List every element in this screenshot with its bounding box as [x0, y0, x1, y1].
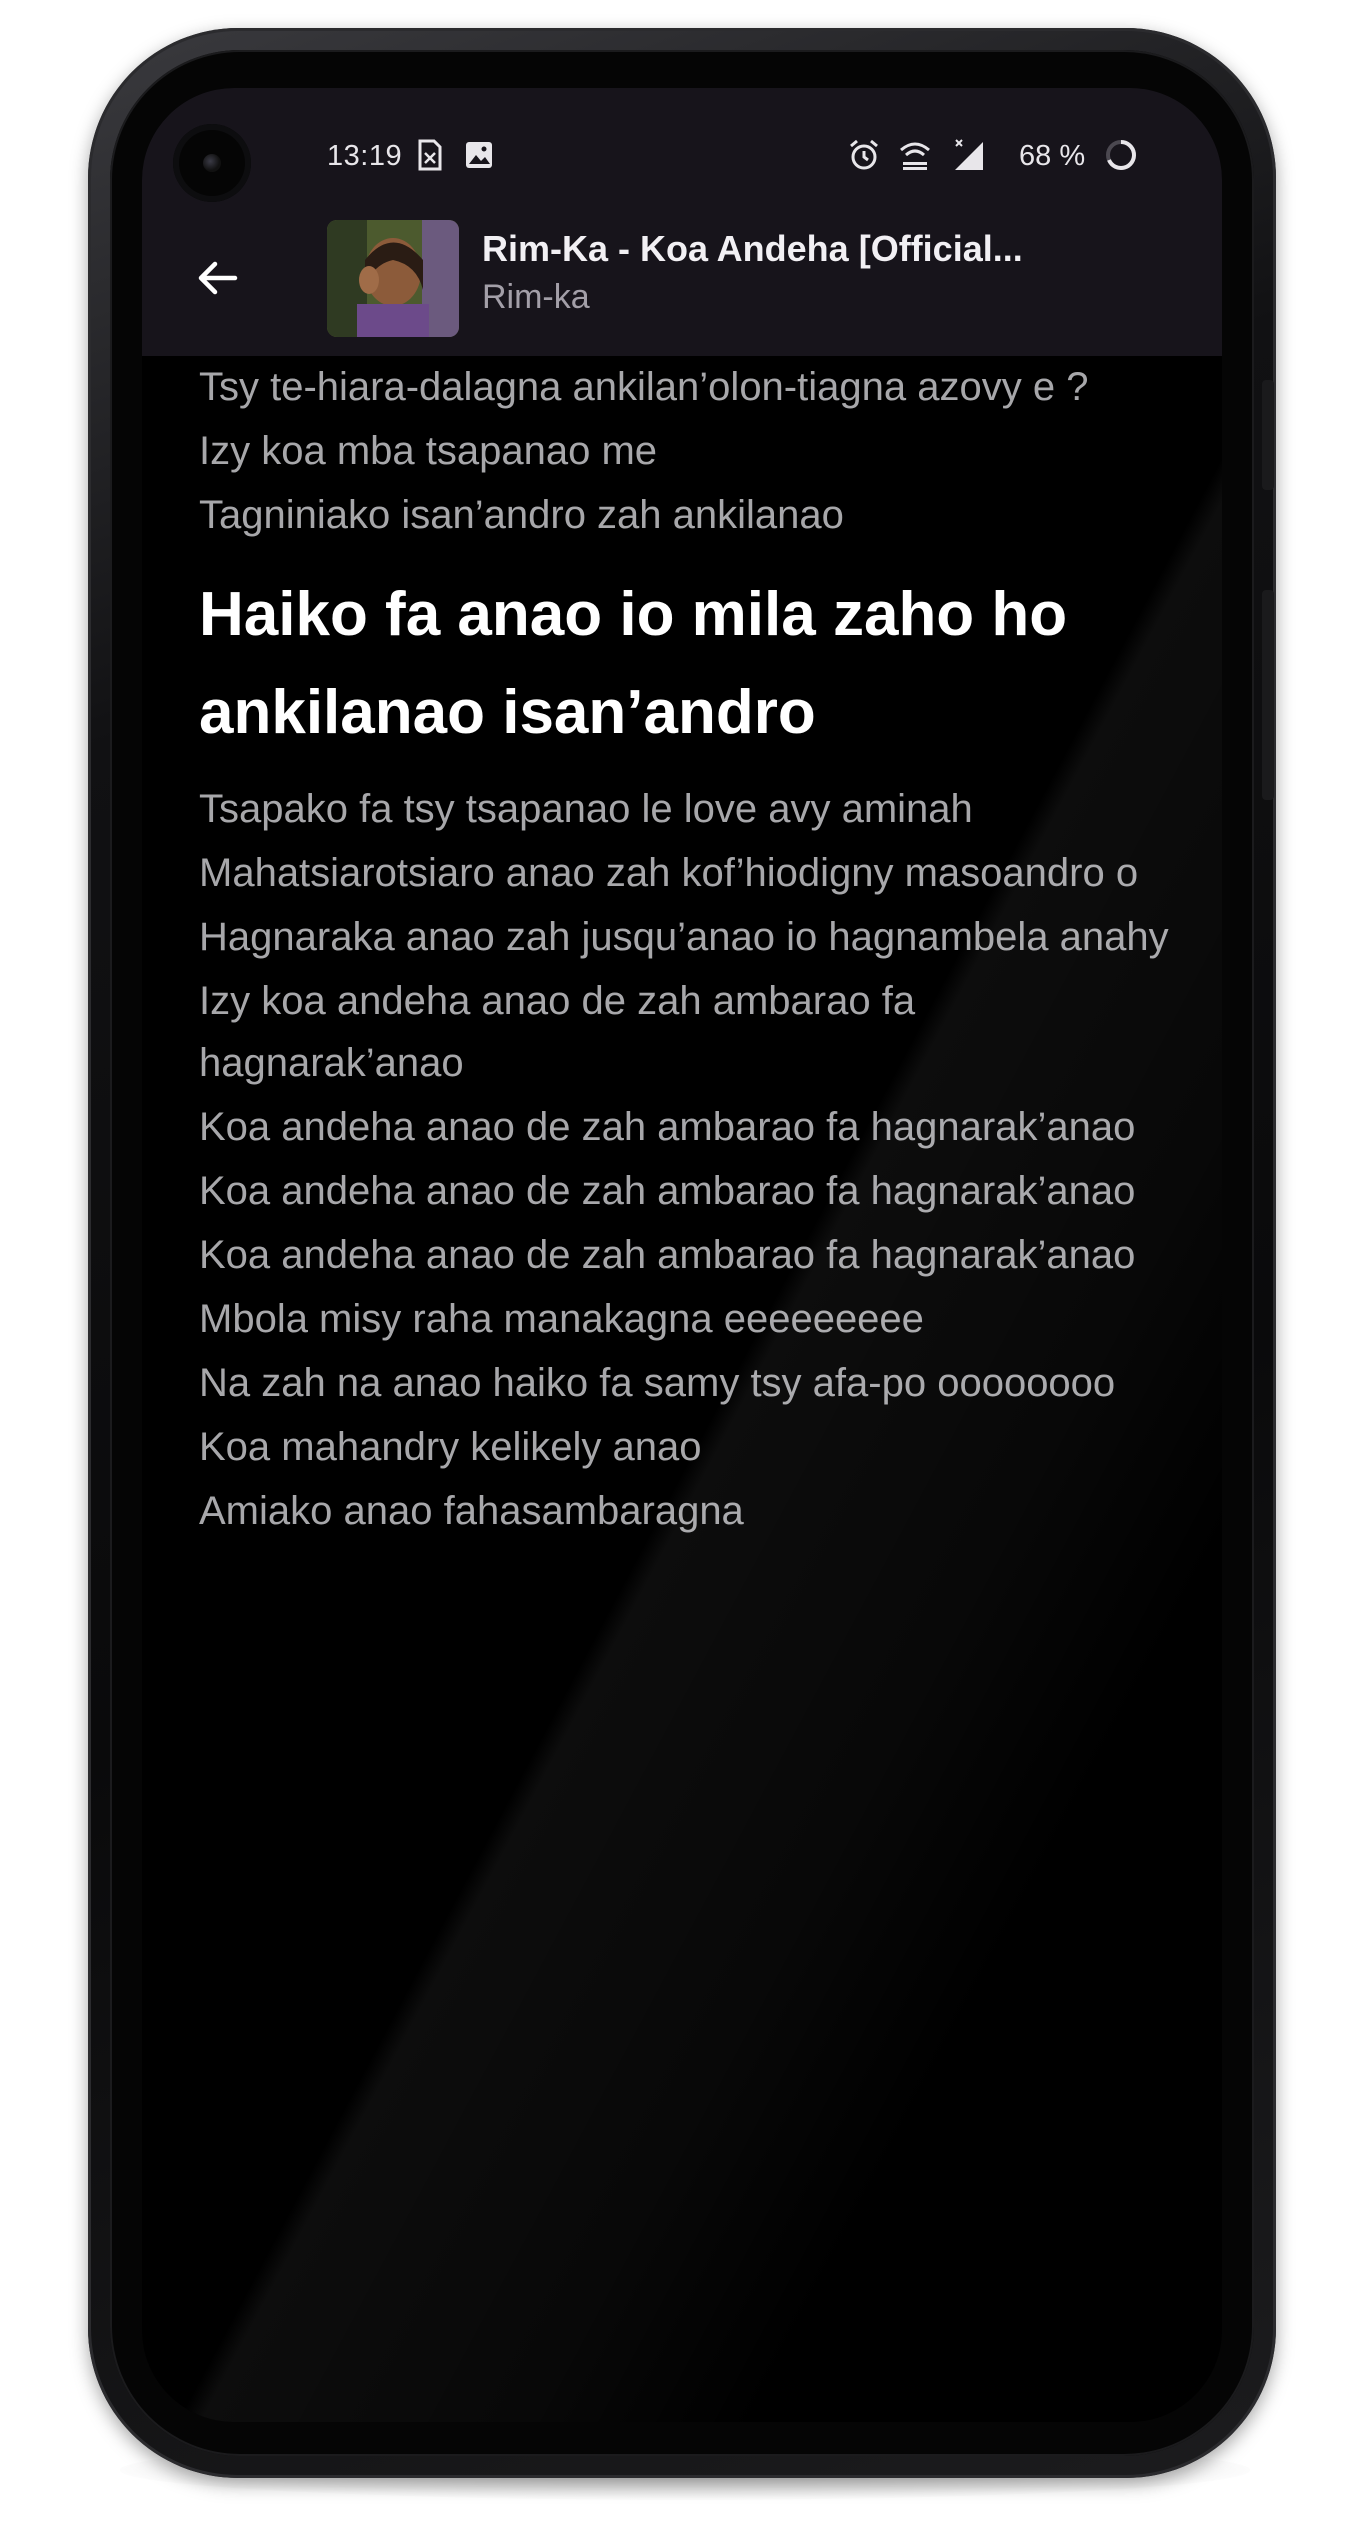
lyric-line[interactable]: Na zah na anao haiko fa samy tsy afa-po … [199, 1352, 1179, 1414]
volume-button [1262, 590, 1274, 800]
lyric-line[interactable]: Izy koa mba tsapanao me [199, 420, 1179, 482]
lyric-line[interactable]: Mahatsiarotsiaro anao zah kof’hiodigny m… [199, 842, 1179, 904]
song-title: Rim-Ka - Koa Andeha [Official... [482, 228, 1023, 269]
lyric-line[interactable]: Hagnaraka anao zah jusqu’anao io hagnamb… [199, 906, 1179, 968]
lyric-line[interactable]: Koa andeha anao de zah ambarao fa hagnar… [199, 1224, 1179, 1286]
song-artist: Rim-ka [482, 278, 590, 316]
power-button [1262, 380, 1274, 490]
lyric-line[interactable]: Mbola misy raha manakagna eeeeeeeee [199, 1288, 1179, 1350]
artist-photo [327, 220, 459, 337]
app-screen: 13:19 68 % Rim-Ka - Koa Andeha [Official… [142, 88, 1222, 2422]
lyric-line[interactable]: Koa andeha anao de zah ambarao fa hagnar… [199, 1096, 1179, 1158]
app-header: 13:19 68 % Rim-Ka - Koa Andeha [Official… [142, 88, 1222, 356]
wifi-calling-icon [900, 142, 930, 170]
lyric-line[interactable]: Tsy te-hiara-dalagna ankilan’olon-tiagna… [199, 356, 1179, 418]
lyric-line[interactable]: Izy koa andeha anao de zah ambarao fa ha… [199, 970, 1179, 1094]
alarm-icon [850, 139, 878, 170]
status-time: 13:19 [327, 140, 403, 172]
signal-icon [955, 139, 983, 170]
arrow-left-icon [198, 261, 238, 295]
lyrics-bottom-fade [142, 2352, 1222, 2422]
lyrics-list[interactable]: Tsy te-hiara-dalagna ankilan’olon-tiagna… [199, 356, 1179, 1542]
front-camera [173, 124, 251, 202]
lyric-line[interactable]: Koa andeha anao de zah ambarao fa hagnar… [199, 1160, 1179, 1222]
lyric-line[interactable]: Koa mahandry kelikely anao [199, 1416, 1179, 1478]
device-mockup: 13:19 68 % Rim-Ka - Koa Andeha [Official… [0, 0, 1370, 2534]
album-thumbnail[interactable] [327, 220, 459, 337]
lyric-line[interactable]: Tagniniako isan’andro zah ankilanao [199, 484, 1179, 546]
lyric-line[interactable]: Amiako anao fahasambaragna [199, 1480, 1179, 1542]
lyric-line[interactable]: Tsapako fa tsy tsapanao le love avy amin… [199, 778, 1179, 840]
image-icon [466, 142, 492, 168]
back-button[interactable] [182, 243, 252, 313]
lyric-line-current[interactable]: Haiko fa anao io mila zaho ho ankilanao … [199, 566, 1179, 762]
battery-percent: 68 % [1019, 140, 1086, 172]
sim-card-icon [418, 139, 442, 171]
battery-ring-icon [1106, 140, 1136, 170]
